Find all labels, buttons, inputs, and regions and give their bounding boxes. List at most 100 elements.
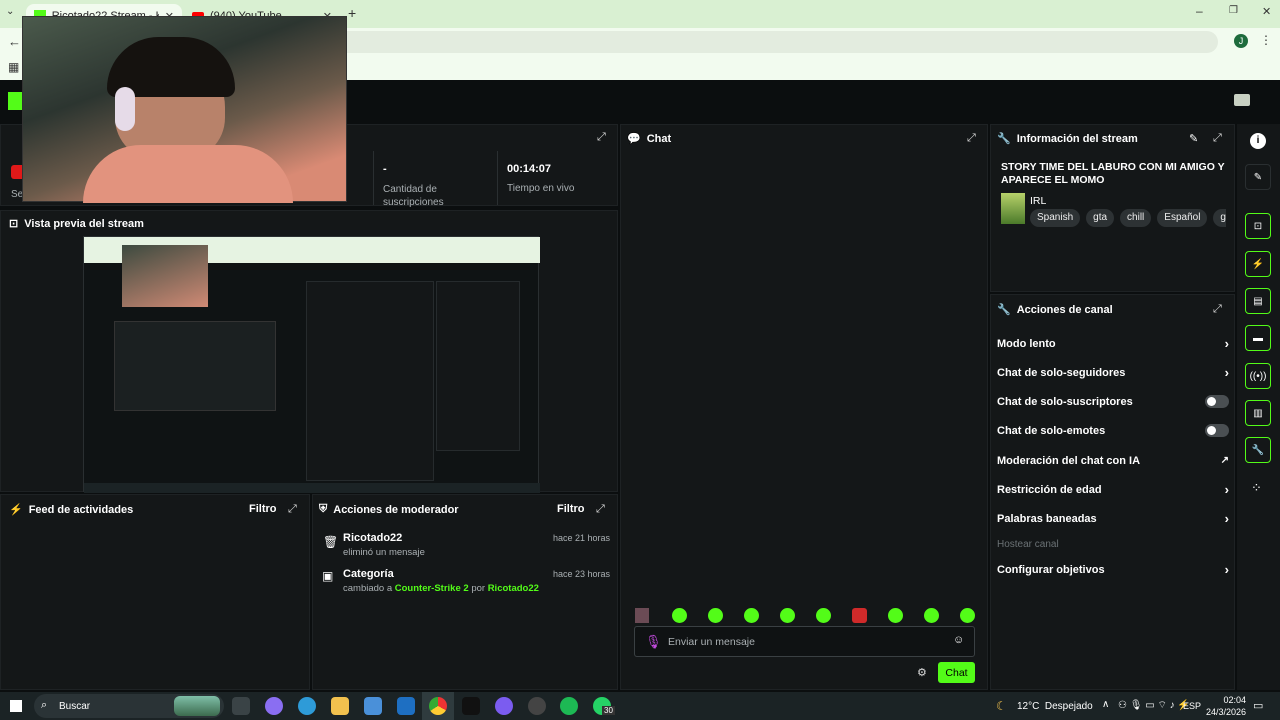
- emote-icon[interactable]: [780, 608, 795, 623]
- divider: [373, 151, 374, 205]
- taskbar-search[interactable]: ⌕ Buscar: [34, 694, 224, 718]
- clock-time[interactable]: 02:04: [1206, 695, 1246, 705]
- capture-icon[interactable]: ⊡: [1245, 213, 1271, 239]
- close-window-icon[interactable]: ✕: [1262, 5, 1271, 18]
- emote-icon[interactable]: [960, 608, 975, 623]
- moon-weather-icon: ☾: [996, 699, 1007, 713]
- preview-info: [436, 281, 520, 451]
- tag-chip[interactable]: chill: [1120, 209, 1152, 227]
- send-chat-button[interactable]: Chat: [938, 662, 975, 683]
- microphone-icon[interactable]: 🎙: [645, 634, 662, 650]
- expand-icon[interactable]: ⤢: [967, 132, 976, 145]
- feed-filter-button[interactable]: Filtro: [249, 503, 277, 515]
- wrench-icon[interactable]: 🔧: [1245, 437, 1271, 463]
- streamer-hoodie: [83, 145, 293, 203]
- spotify-icon[interactable]: [560, 697, 578, 715]
- action-slow-mode[interactable]: Modo lento ›: [997, 329, 1229, 358]
- info-header: 🔧 Información del stream: [997, 132, 1138, 146]
- task-view-icon[interactable]: [232, 697, 250, 715]
- preview-chat: [306, 281, 434, 481]
- windows-start-icon[interactable]: [10, 700, 22, 712]
- edge-icon[interactable]: [298, 697, 316, 715]
- bolt-icon[interactable]: ⚡: [1245, 251, 1271, 277]
- emote-icon[interactable]: [708, 608, 723, 623]
- clipboard-icon[interactable]: ▤: [1245, 288, 1271, 314]
- obs-icon[interactable]: [528, 697, 546, 715]
- preview-webcam: [122, 245, 208, 307]
- file-explorer-icon[interactable]: [331, 697, 349, 715]
- expand-icon[interactable]: ⤢: [596, 503, 605, 516]
- chevron-right-icon: ›: [1224, 562, 1229, 577]
- store-icon[interactable]: [364, 697, 382, 715]
- action-followers-only[interactable]: Chat de solo-seguidores ›: [997, 358, 1229, 387]
- tag-chip[interactable]: Español: [1157, 209, 1208, 227]
- search-icon: ⌕: [41, 699, 48, 711]
- chrome-icon[interactable]: [429, 697, 447, 715]
- tag-chip[interactable]: Spanish: [1030, 209, 1081, 227]
- copilot-icon[interactable]: [265, 697, 283, 715]
- emote-icon[interactable]: [635, 608, 649, 623]
- tray-chevron-icon[interactable]: ∧: [1102, 699, 1109, 710]
- subscriptions-value: -: [383, 163, 387, 175]
- profile-avatar[interactable]: J: [1234, 34, 1248, 48]
- user-link[interactable]: Ricotado22: [488, 583, 539, 594]
- bolt-icon: ⚡: [9, 504, 23, 516]
- mod-filter-button[interactable]: Filtro: [557, 503, 585, 515]
- restore-icon[interactable]: ❐: [1229, 5, 1238, 16]
- outlook-icon[interactable]: [397, 697, 415, 715]
- user-avatar-icon[interactable]: [1234, 94, 1250, 106]
- gear-icon[interactable]: ⚙: [917, 666, 927, 679]
- expand-icon[interactable]: ⤢: [597, 131, 606, 144]
- tray-icons[interactable]: ⚇ 🎙 ▭ ⌔ ♪ ⚡: [1118, 699, 1190, 712]
- edit-pencil-icon[interactable]: ✎: [1189, 132, 1198, 145]
- preview-taskbar: [84, 483, 540, 493]
- preview-video[interactable]: [83, 236, 540, 493]
- feed-header: ⚡ Feed de actividades: [9, 503, 133, 517]
- category-icon: ▣: [322, 569, 334, 583]
- action-label: Moderación del chat con IA: [997, 454, 1141, 467]
- action-emotes-only: Chat de solo-emotes: [997, 416, 1229, 445]
- action-configure-goals[interactable]: Configurar objetivos ›: [997, 555, 1229, 584]
- expand-icon[interactable]: ⤢: [288, 503, 297, 516]
- expand-icon[interactable]: ⤢: [1213, 303, 1222, 316]
- subscriptions-label: Cantidad de suscripciones: [383, 184, 444, 208]
- emote-icon[interactable]: [852, 608, 867, 623]
- chat-bubble-icon[interactable]: ▬: [1245, 325, 1271, 351]
- back-icon[interactable]: ←: [8, 34, 21, 49]
- notifications-icon[interactable]: ▭: [1253, 699, 1263, 712]
- emote-icon[interactable]: [672, 608, 687, 623]
- new-tab-icon[interactable]: +: [348, 5, 356, 21]
- broadcast-icon[interactable]: ((•)): [1245, 363, 1271, 389]
- preview-icon: ⊡: [9, 218, 19, 230]
- mod-item-title: Ricotado22: [343, 532, 403, 544]
- emote-icon[interactable]: [924, 608, 939, 623]
- tag-chip[interactable]: gta: [1086, 209, 1115, 227]
- edit-pencil-icon[interactable]: ✎: [1245, 164, 1271, 190]
- action-banned-words[interactable]: Palabras baneadas ›: [997, 504, 1229, 533]
- category-link[interactable]: Counter-Strike 2: [395, 583, 469, 594]
- apps-grid-icon[interactable]: ▦: [8, 60, 19, 74]
- emote-icon[interactable]: [888, 608, 903, 623]
- more-menu-icon[interactable]: ⋮: [1260, 33, 1272, 47]
- tag-chip[interactable]: gaming: [1213, 209, 1226, 227]
- action-ai-moderation[interactable]: Moderación del chat con IA ↗: [997, 446, 1229, 475]
- tiktok-icon[interactable]: [462, 697, 480, 715]
- clock-date[interactable]: 24/3/2026: [1196, 707, 1246, 717]
- emoji-icon[interactable]: ☺: [953, 634, 964, 646]
- action-age-restriction[interactable]: Restricción de edad ›: [997, 475, 1229, 504]
- expand-icon[interactable]: ⤢: [1213, 132, 1222, 145]
- emotes-only-toggle[interactable]: [1205, 424, 1229, 437]
- apps-icon[interactable]: ⁘: [1251, 480, 1262, 496]
- info-icon[interactable]: i: [1250, 133, 1266, 149]
- discord-icon[interactable]: [495, 697, 513, 715]
- emote-icon[interactable]: [744, 608, 759, 623]
- layout-icon[interactable]: ▥: [1245, 400, 1271, 426]
- search-label: Buscar: [59, 701, 91, 712]
- minimize-icon[interactable]: –: [1196, 4, 1203, 18]
- chat-input[interactable]: 🎙 Enviar un mensaje ☺: [634, 626, 975, 657]
- subscribers-only-toggle[interactable]: [1205, 395, 1229, 408]
- action-label: Modo lento: [997, 337, 1056, 350]
- weather-label[interactable]: 12°C Despejado: [1017, 701, 1093, 712]
- emote-icon[interactable]: [816, 608, 831, 623]
- tab-list-chevron-icon[interactable]: ⌄: [6, 6, 14, 17]
